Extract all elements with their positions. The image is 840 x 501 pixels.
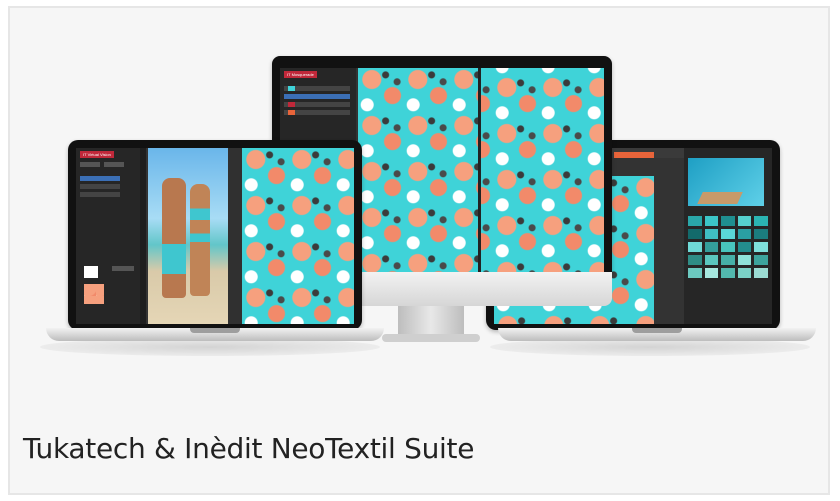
left-toolbar bbox=[140, 148, 146, 324]
swatch[interactable] bbox=[704, 268, 719, 278]
color-chip[interactable] bbox=[288, 86, 295, 91]
layer-row[interactable] bbox=[284, 94, 350, 99]
hero-image: IT Mosquerade IT Virtual Vision bbox=[10, 8, 832, 408]
swatch[interactable] bbox=[737, 255, 752, 265]
swatch[interactable] bbox=[721, 242, 735, 252]
swatch[interactable] bbox=[721, 229, 735, 239]
swatch[interactable] bbox=[754, 255, 768, 265]
monitor-stand-foot bbox=[382, 334, 480, 342]
right-app-header-accent bbox=[614, 152, 654, 158]
swatch[interactable] bbox=[704, 216, 719, 226]
product-card[interactable]: IT Mosquerade IT Virtual Vision Tukatech… bbox=[8, 6, 830, 495]
layer-row[interactable] bbox=[80, 176, 120, 181]
color-chip[interactable] bbox=[288, 102, 295, 107]
monitor-pattern-right bbox=[481, 68, 604, 272]
left-app-panel: IT Virtual Vision bbox=[76, 148, 140, 324]
color-swatch-grid[interactable] bbox=[688, 216, 768, 278]
left-pattern-canvas bbox=[242, 148, 354, 324]
swatch[interactable] bbox=[737, 268, 752, 278]
swatch[interactable] bbox=[688, 268, 702, 278]
monitor-pattern-left bbox=[358, 68, 478, 272]
swatch[interactable] bbox=[721, 216, 735, 226]
panel-button[interactable] bbox=[112, 266, 134, 271]
canvas-divider bbox=[228, 148, 242, 324]
laptop-right-notch bbox=[632, 328, 682, 333]
swatch[interactable] bbox=[688, 255, 702, 265]
panel-button[interactable] bbox=[104, 162, 124, 167]
pattern-thumbnail bbox=[84, 284, 104, 304]
swatch[interactable] bbox=[737, 242, 752, 252]
laptop-left-notch bbox=[190, 328, 240, 333]
thumbnail-preview bbox=[84, 266, 98, 278]
swatch[interactable] bbox=[737, 229, 752, 239]
swatch[interactable] bbox=[704, 255, 719, 265]
laptop-left-screen: IT Virtual Vision bbox=[68, 140, 362, 330]
swatch[interactable] bbox=[688, 216, 702, 226]
model-female bbox=[190, 184, 210, 296]
swatch[interactable] bbox=[754, 242, 768, 252]
model-male bbox=[162, 178, 186, 298]
color-chip[interactable] bbox=[288, 110, 295, 115]
left-app-title-badge: IT Virtual Vision bbox=[80, 151, 114, 158]
beach-photo bbox=[148, 148, 228, 324]
panel-button[interactable] bbox=[80, 162, 100, 167]
swatch[interactable] bbox=[737, 216, 752, 226]
swatch[interactable] bbox=[721, 268, 735, 278]
layer-row[interactable] bbox=[80, 184, 120, 189]
swatch[interactable] bbox=[704, 242, 719, 252]
swatch[interactable] bbox=[721, 255, 735, 265]
swatch[interactable] bbox=[754, 268, 768, 278]
monitor-app-title-badge: IT Mosquerade bbox=[284, 71, 317, 78]
swatch[interactable] bbox=[754, 216, 768, 226]
layer-row[interactable] bbox=[80, 192, 120, 197]
product-caption[interactable]: Tukatech & Inèdit NeoTextil Suite bbox=[23, 432, 474, 465]
swatch[interactable] bbox=[704, 229, 719, 239]
pool-deck bbox=[697, 192, 743, 204]
laptop-left-display: IT Virtual Vision bbox=[76, 148, 354, 324]
swatch[interactable] bbox=[688, 229, 702, 239]
swatch[interactable] bbox=[754, 229, 768, 239]
swatch[interactable] bbox=[688, 242, 702, 252]
